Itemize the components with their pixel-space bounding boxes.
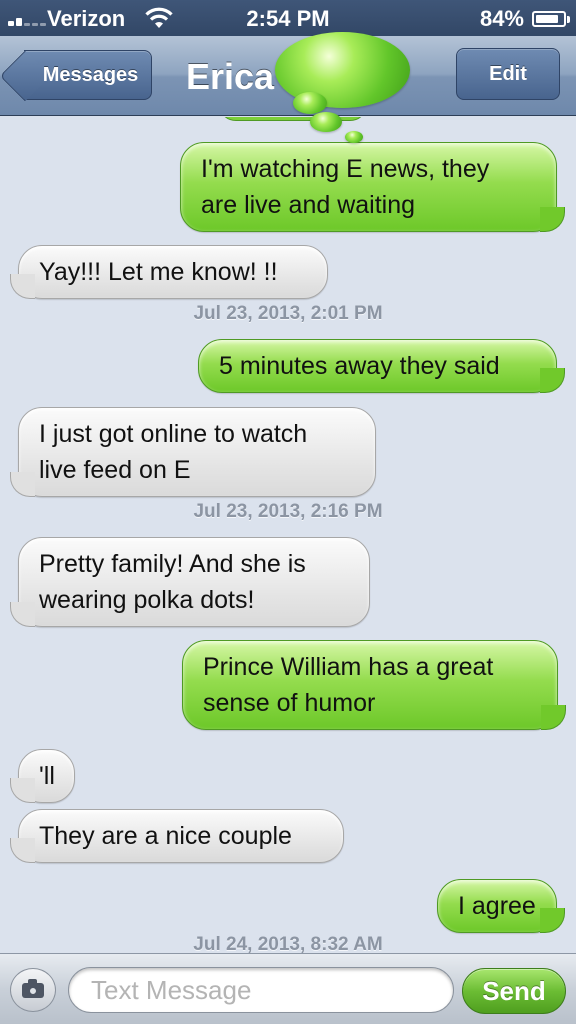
camera-icon (22, 979, 44, 998)
send-button[interactable]: Send (462, 968, 566, 1014)
received-message-bubble[interactable]: Yay!!! Let me know! !! (10, 245, 328, 299)
edit-button-label: Edit (489, 62, 527, 85)
camera-button[interactable] (10, 968, 56, 1012)
battery-percent: 84% (479, 6, 524, 31)
battery-icon (532, 11, 570, 27)
sent-message-bubble[interactable]: Prince William has a great sense of humor (182, 640, 566, 730)
message-text-line: 'll (39, 762, 55, 790)
message-text-line: Prince William has a great (203, 653, 494, 681)
message-text-line: sense of humor (203, 689, 376, 717)
conversation-title: Erica (186, 56, 275, 97)
message-text-line: wearing polka dots! (39, 586, 255, 614)
received-message-bubble[interactable]: I just got online to watch live feed on E (10, 407, 376, 497)
sent-message-bubble[interactable]: I agree (437, 879, 565, 933)
sent-message-bubble[interactable]: I'm watching E news, they are live and wa… (180, 142, 565, 232)
sent-message-bubble[interactable]: 5 minutes away they said (198, 339, 565, 393)
timestamp: Jul 23, 2013, 2:16 PM (193, 501, 383, 522)
edit-button[interactable]: Edit (456, 48, 560, 100)
timestamp: Jul 23, 2013, 2:01 PM (193, 303, 383, 324)
back-to-messages-button[interactable]: Messages (24, 50, 152, 100)
text-message-input[interactable] (68, 967, 454, 1013)
send-button-label: Send (482, 975, 546, 1006)
received-message-bubble[interactable]: 'll (10, 749, 75, 803)
timestamp: Jul 24, 2013, 8:32 AM (193, 934, 383, 953)
message-text-line: Yay!!! Let me know! !! (39, 258, 278, 286)
received-message-bubble[interactable]: They are a nice couple (10, 809, 344, 863)
back-button-label: Messages (42, 63, 139, 86)
message-text-line: I just got online to watch (39, 420, 308, 448)
message-text-line: I'm watching E news, they (201, 155, 490, 183)
message-thread[interactable]: I'm watching E news, they are live and wa… (0, 117, 576, 953)
message-input-bar: Send (0, 953, 576, 1024)
message-text-line: 5 minutes away they said (219, 352, 500, 380)
message-text-line: Pretty family! And she is (39, 550, 306, 578)
message-text-line: are live and waiting (201, 191, 416, 219)
received-message-bubble[interactable]: Pretty family! And she is wearing polka d… (10, 537, 370, 627)
message-text-line: live feed on E (39, 456, 191, 484)
green-thought-bubble-icon (270, 30, 415, 150)
message-text-line: They are a nice couple (39, 822, 292, 850)
message-text-line: I agree (458, 892, 536, 920)
